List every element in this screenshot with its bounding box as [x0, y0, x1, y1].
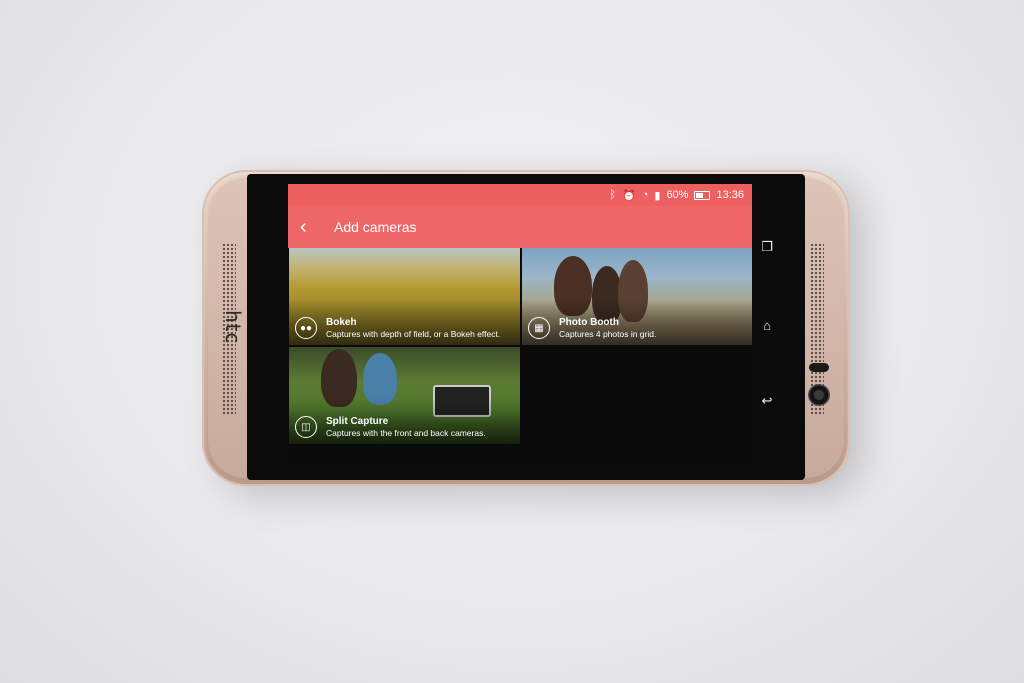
battery-percent: 60%: [666, 189, 689, 201]
back-icon[interactable]: ↩: [758, 392, 776, 410]
mode-title: Bokeh: [326, 317, 357, 328]
app-bar: ‹ Add cameras: [288, 206, 752, 248]
camera-mode-photo-booth[interactable]: ▦ Photo Booth Captures 4 photos in grid.: [522, 248, 752, 345]
status-bar: ᛒ ⏰ ◔ ▮ 60% 13:36: [288, 184, 752, 206]
back-arrow-icon[interactable]: ‹: [300, 217, 320, 237]
mode-title: Split Capture: [326, 416, 389, 427]
wifi-icon: ◔: [641, 189, 649, 201]
signal-icon: ▮: [654, 189, 661, 202]
bokeh-icon: ●●: [295, 317, 317, 339]
status-time: 13:36: [716, 189, 744, 201]
battery-icon: [694, 190, 711, 200]
mode-title: Photo Booth: [559, 317, 619, 328]
brand-logo: htc: [221, 310, 245, 345]
mode-description: Captures with depth of field, or a Bokeh…: [326, 329, 501, 339]
phone-screen: ᛒ ⏰ ◔ ▮ 60% 13:36 ‹ Add cameras ●● Bokeh…: [288, 184, 752, 465]
photo-booth-icon: ▦: [528, 317, 550, 339]
page-title: Add cameras: [334, 219, 417, 235]
bluetooth-icon: ᛒ: [609, 189, 617, 201]
split-capture-icon: ◫: [295, 416, 317, 438]
navigation-bar: ❐ ⌂ ↩: [752, 184, 782, 465]
recent-apps-icon[interactable]: ❐: [758, 238, 776, 256]
home-icon[interactable]: ⌂: [758, 316, 776, 334]
camera-mode-split-capture[interactable]: ◫ Split Capture Captures with the front …: [289, 347, 520, 444]
front-camera: [808, 384, 830, 406]
alarm-icon: ⏰: [622, 189, 636, 202]
camera-mode-bokeh[interactable]: ●● Bokeh Captures with depth of field, o…: [289, 248, 520, 345]
mode-description: Captures 4 photos in grid.: [559, 329, 657, 339]
proximity-sensor: [809, 363, 829, 372]
mode-description: Captures with the front and back cameras…: [326, 428, 486, 438]
